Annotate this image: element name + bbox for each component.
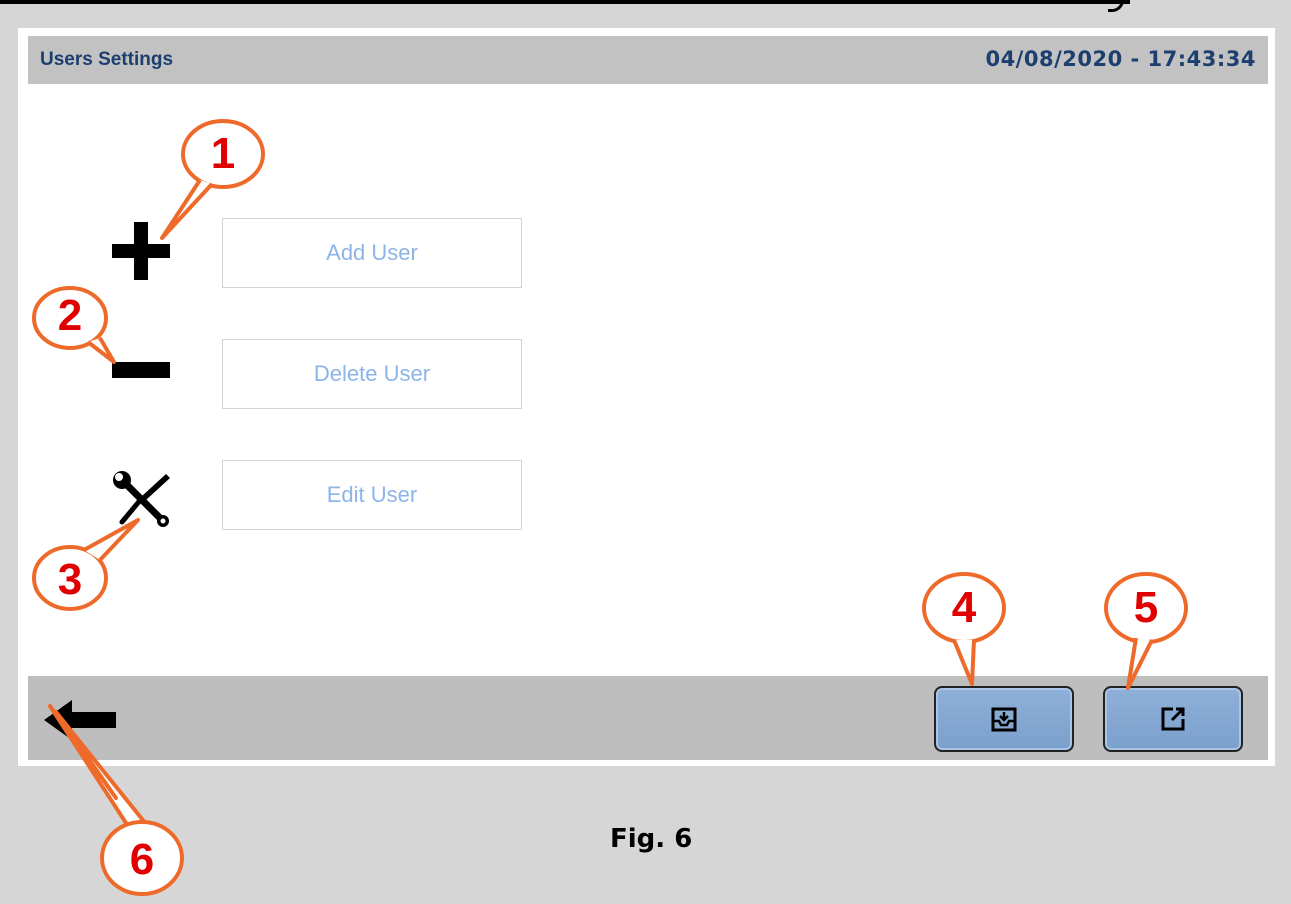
callout-6: 6 bbox=[129, 835, 155, 884]
delete-user-button[interactable]: Delete User bbox=[222, 339, 522, 409]
datetime-display: 04/08/2020 - 17:43:34 bbox=[985, 47, 1256, 71]
figure-caption: Fig. 6 bbox=[610, 824, 693, 854]
top-rule bbox=[0, 0, 1130, 4]
edit-user-button[interactable]: Edit User bbox=[222, 460, 522, 530]
add-user-label: Add User bbox=[326, 240, 418, 265]
delete-user-label: Delete User bbox=[313, 361, 431, 386]
title-bar: Users Settings 04/08/2020 - 17:43:34 bbox=[28, 36, 1268, 84]
callout-5: 5 bbox=[1133, 583, 1159, 632]
callout-3: 3 bbox=[57, 555, 83, 604]
callout-4: 4 bbox=[951, 583, 977, 632]
edit-user-label: Edit User bbox=[326, 482, 418, 507]
external-link-icon bbox=[1161, 707, 1185, 731]
inbox-download-icon bbox=[991, 707, 1017, 732]
bottom-toolbar bbox=[28, 676, 1268, 760]
top-rule-corner bbox=[1108, 0, 1124, 12]
callout-2: 2 bbox=[57, 291, 83, 340]
callout-1: 1 bbox=[210, 129, 236, 178]
page-title: Users Settings bbox=[40, 49, 174, 70]
